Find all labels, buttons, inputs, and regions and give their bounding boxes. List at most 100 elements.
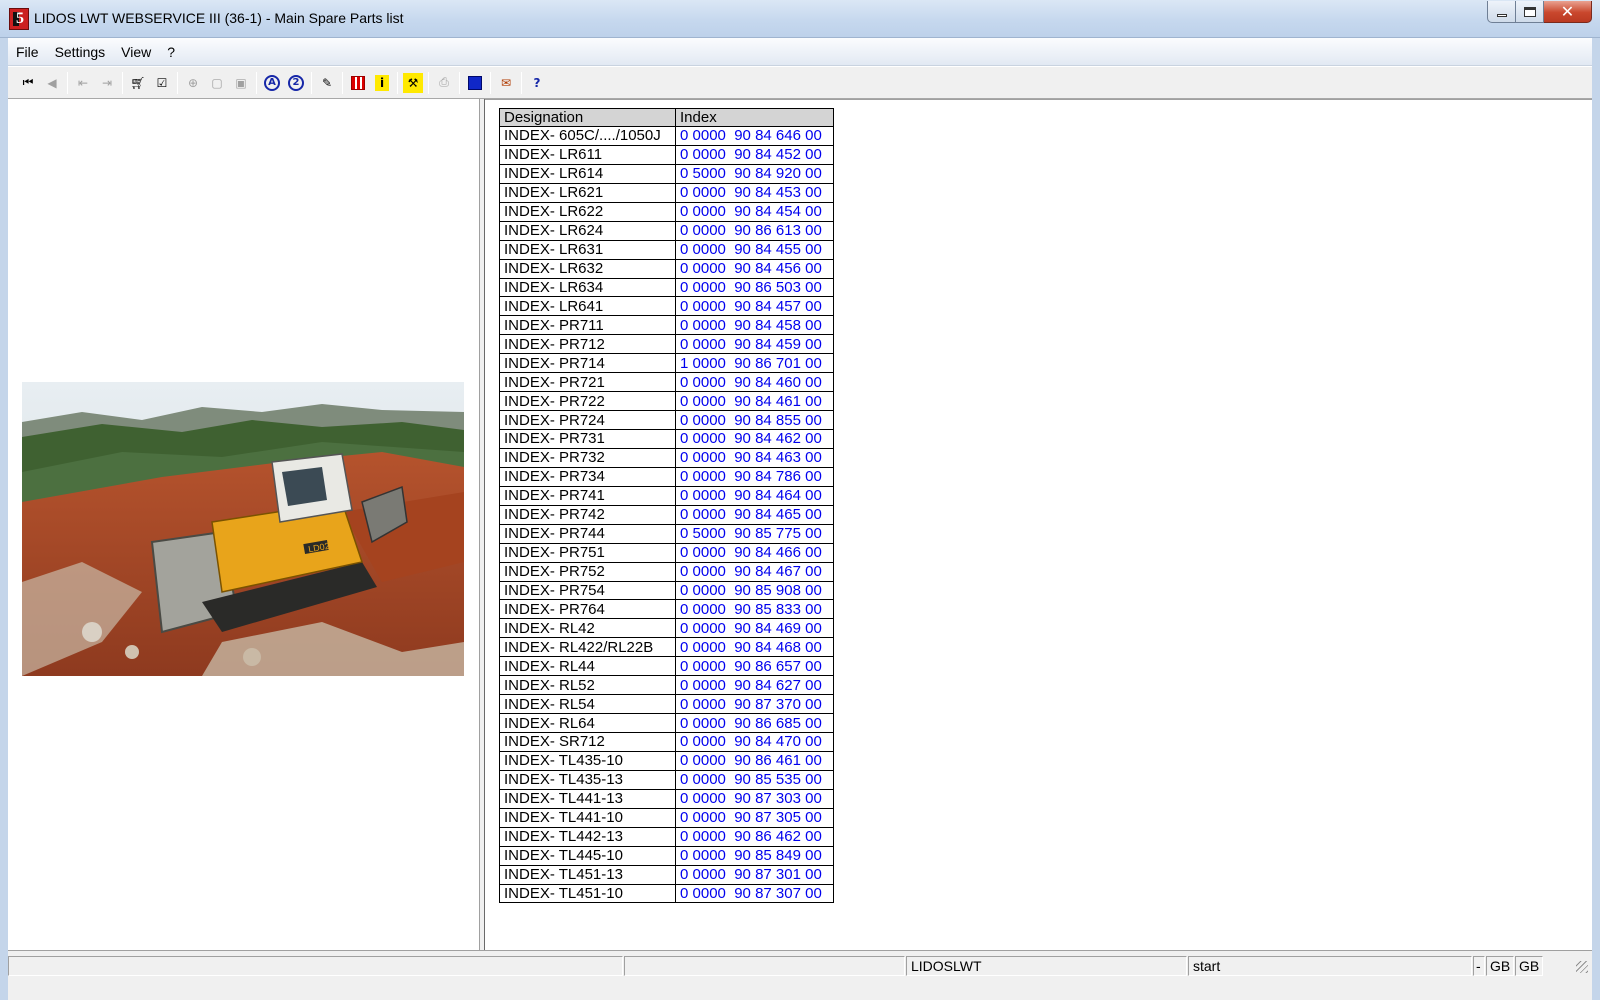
zoom-icon[interactable]: ⊕ — [183, 73, 203, 93]
table-row[interactable]: INDEX- RL64 0 0000 90 86 685 00 — [499, 713, 834, 733]
table-row[interactable]: INDEX- LR624 0 0000 90 86 613 00 — [499, 220, 834, 241]
index-link[interactable]: 0 0000 90 84 646 00 — [675, 126, 834, 146]
table-row[interactable]: INDEX- PR752 0 0000 90 84 467 00 — [499, 561, 834, 582]
table-row[interactable]: INDEX- TL442-13 0 0000 90 86 462 00 — [499, 826, 834, 847]
cart-icon[interactable]: 🛒︎ — [128, 73, 148, 93]
table-row[interactable]: INDEX- LR634 0 0000 90 86 503 00 — [499, 277, 834, 298]
close-button[interactable]: ✕ — [1544, 1, 1592, 23]
index-link[interactable]: 0 0000 90 87 307 00 — [675, 883, 834, 904]
table-row[interactable]: INDEX- LR622 0 0000 90 84 454 00 — [499, 201, 834, 222]
table-row[interactable]: INDEX- TL441-13 0 0000 90 87 303 00 — [499, 788, 834, 809]
index-link[interactable]: 0 5000 90 84 920 00 — [675, 163, 834, 184]
table-row[interactable]: INDEX- PR732 0 0000 90 84 463 00 — [499, 447, 834, 468]
page-icon[interactable]: ▢ — [207, 73, 227, 93]
table-row[interactable]: INDEX- RL54 0 0000 90 87 370 00 — [499, 694, 834, 715]
index-link[interactable]: 0 0000 90 84 454 00 — [675, 201, 834, 222]
stamp-icon[interactable]: ✉ — [496, 73, 516, 93]
app-logo-icon[interactable]: 5 — [9, 8, 29, 30]
index-link[interactable]: 0 0000 90 87 305 00 — [675, 807, 834, 828]
table-row[interactable]: INDEX- PR751 0 0000 90 84 466 00 — [499, 542, 834, 563]
index-link[interactable]: 0 0000 90 84 468 00 — [675, 637, 834, 658]
table-row[interactable]: INDEX- LR611 0 0000 90 84 452 00 — [499, 144, 834, 165]
table-row[interactable]: INDEX- TL435-13 0 0000 90 85 535 00 — [499, 769, 834, 790]
column-header-designation[interactable]: Designation — [499, 108, 676, 127]
index-link[interactable]: 0 0000 90 86 613 00 — [675, 220, 834, 241]
forward-icon[interactable]: ⇥ — [97, 73, 117, 93]
blue-square-icon[interactable] — [465, 73, 485, 93]
index-link[interactable]: 0 0000 90 86 462 00 — [675, 826, 834, 847]
menu-file[interactable]: File — [8, 38, 47, 66]
table-row[interactable]: INDEX- PR711 0 0000 90 84 458 00 — [499, 315, 834, 336]
table-row[interactable]: INDEX- TL451-13 0 0000 90 87 301 00 — [499, 864, 834, 885]
index-link[interactable]: 1 0000 90 86 701 00 — [675, 353, 834, 374]
index-link[interactable]: 0 0000 90 84 627 00 — [675, 675, 834, 696]
index-link[interactable]: 0 0000 90 84 855 00 — [675, 410, 834, 430]
index-link[interactable]: 0 0000 90 85 535 00 — [675, 769, 834, 790]
back-icon[interactable]: ⇤ — [73, 73, 93, 93]
print-icon[interactable]: ⎙ — [434, 73, 454, 93]
table-row[interactable]: INDEX- RL422/RL22B 0 0000 90 84 468 00 — [499, 637, 834, 658]
minimize-button[interactable] — [1487, 1, 1516, 23]
index-link[interactable]: 0 0000 90 84 457 00 — [675, 296, 834, 317]
index-link[interactable]: 0 0000 90 85 849 00 — [675, 845, 834, 866]
index-link[interactable]: 0 0000 90 84 465 00 — [675, 504, 834, 525]
table-row[interactable]: INDEX- PR741 0 0000 90 84 464 00 — [499, 485, 834, 506]
search-2-icon[interactable]: 2 — [286, 73, 306, 93]
table-row[interactable]: INDEX- PR744 0 5000 90 85 775 00 — [499, 523, 834, 544]
index-link[interactable]: 0 0000 90 84 460 00 — [675, 372, 834, 393]
index-link[interactable]: 0 0000 90 84 453 00 — [675, 182, 834, 203]
first-record-icon[interactable]: ⏮ — [18, 73, 38, 93]
table-row[interactable]: INDEX- RL52 0 0000 90 84 627 00 — [499, 675, 834, 696]
table-row[interactable]: INDEX- SR712 0 0000 90 84 470 00 — [499, 732, 834, 752]
tools-icon[interactable]: ⚒ — [403, 72, 423, 93]
index-link[interactable]: 0 0000 90 87 301 00 — [675, 864, 834, 885]
index-link[interactable]: 0 0000 90 84 459 00 — [675, 334, 834, 355]
grid-icon[interactable] — [348, 73, 368, 93]
table-row[interactable]: INDEX- LR631 0 0000 90 84 455 00 — [499, 239, 834, 260]
menu-help[interactable]: ? — [159, 38, 183, 66]
index-link[interactable]: 0 0000 90 87 370 00 — [675, 694, 834, 715]
index-link[interactable]: 0 0000 90 84 455 00 — [675, 239, 834, 260]
table-row[interactable]: INDEX- PR734 0 0000 90 84 786 00 — [499, 466, 834, 487]
table-row[interactable]: INDEX- PR712 0 0000 90 84 459 00 — [499, 334, 834, 355]
maximize-button[interactable] — [1516, 1, 1544, 23]
index-link[interactable]: 0 0000 90 85 833 00 — [675, 599, 834, 620]
index-link[interactable]: 0 0000 90 84 458 00 — [675, 315, 834, 336]
menu-settings[interactable]: Settings — [47, 38, 114, 66]
index-link[interactable]: 0 0000 90 84 469 00 — [675, 618, 834, 639]
index-link[interactable]: 0 0000 90 84 464 00 — [675, 485, 834, 506]
table-row[interactable]: INDEX- PR742 0 0000 90 84 465 00 — [499, 504, 834, 525]
index-link[interactable]: 0 0000 90 84 452 00 — [675, 144, 834, 165]
column-header-index[interactable]: Index — [675, 108, 834, 127]
edit-icon[interactable]: ✎ — [317, 73, 337, 93]
index-link[interactable]: 0 0000 90 84 461 00 — [675, 391, 834, 412]
table-row[interactable]: INDEX- TL451-10 0 0000 90 87 307 00 — [499, 883, 834, 904]
index-link[interactable]: 0 0000 90 85 908 00 — [675, 580, 834, 601]
index-link[interactable]: 0 0000 90 84 786 00 — [675, 466, 834, 487]
menu-view[interactable]: View — [113, 38, 159, 66]
table-row[interactable]: INDEX- PR731 0 0000 90 84 462 00 — [499, 429, 834, 449]
index-link[interactable]: 0 0000 90 86 685 00 — [675, 713, 834, 733]
table-row[interactable]: INDEX- TL445-10 0 0000 90 85 849 00 — [499, 845, 834, 866]
table-row[interactable]: INDEX- RL42 0 0000 90 84 469 00 — [499, 618, 834, 639]
resize-grip-icon[interactable] — [1576, 961, 1588, 973]
table-row[interactable]: INDEX- PR754 0 0000 90 85 908 00 — [499, 580, 834, 601]
table-row[interactable]: INDEX- PR764 0 0000 90 85 833 00 — [499, 599, 834, 620]
index-link[interactable]: 0 0000 90 86 657 00 — [675, 656, 834, 677]
table-row[interactable]: INDEX- PR714 1 0000 90 86 701 00 — [499, 353, 834, 374]
table-row[interactable]: INDEX- TL435-10 0 0000 90 86 461 00 — [499, 750, 834, 771]
index-link[interactable]: 0 0000 90 84 463 00 — [675, 447, 834, 468]
table-row[interactable]: INDEX- PR724 0 0000 90 84 855 00 — [499, 410, 834, 430]
page-copy-icon[interactable]: ▣ — [231, 73, 251, 93]
table-row[interactable]: INDEX- LR614 0 5000 90 84 920 00 — [499, 163, 834, 184]
table-row[interactable]: INDEX- RL44 0 0000 90 86 657 00 — [499, 656, 834, 677]
table-row[interactable]: INDEX- LR632 0 0000 90 84 456 00 — [499, 258, 834, 279]
index-link[interactable]: 0 5000 90 85 775 00 — [675, 523, 834, 544]
index-link[interactable]: 0 0000 90 84 467 00 — [675, 561, 834, 582]
table-row[interactable]: INDEX- PR722 0 0000 90 84 461 00 — [499, 391, 834, 412]
table-row[interactable]: INDEX- 605C/..../1050J 0 0000 90 84 646 0… — [499, 126, 834, 146]
index-link[interactable]: 0 0000 90 87 303 00 — [675, 788, 834, 809]
index-link[interactable]: 0 0000 90 84 466 00 — [675, 542, 834, 563]
title-bar[interactable]: 5 LIDOS LWT WEBSERVICE III (36-1) - Main… — [0, 0, 1600, 38]
order-list-icon[interactable]: ☑ — [152, 73, 172, 93]
